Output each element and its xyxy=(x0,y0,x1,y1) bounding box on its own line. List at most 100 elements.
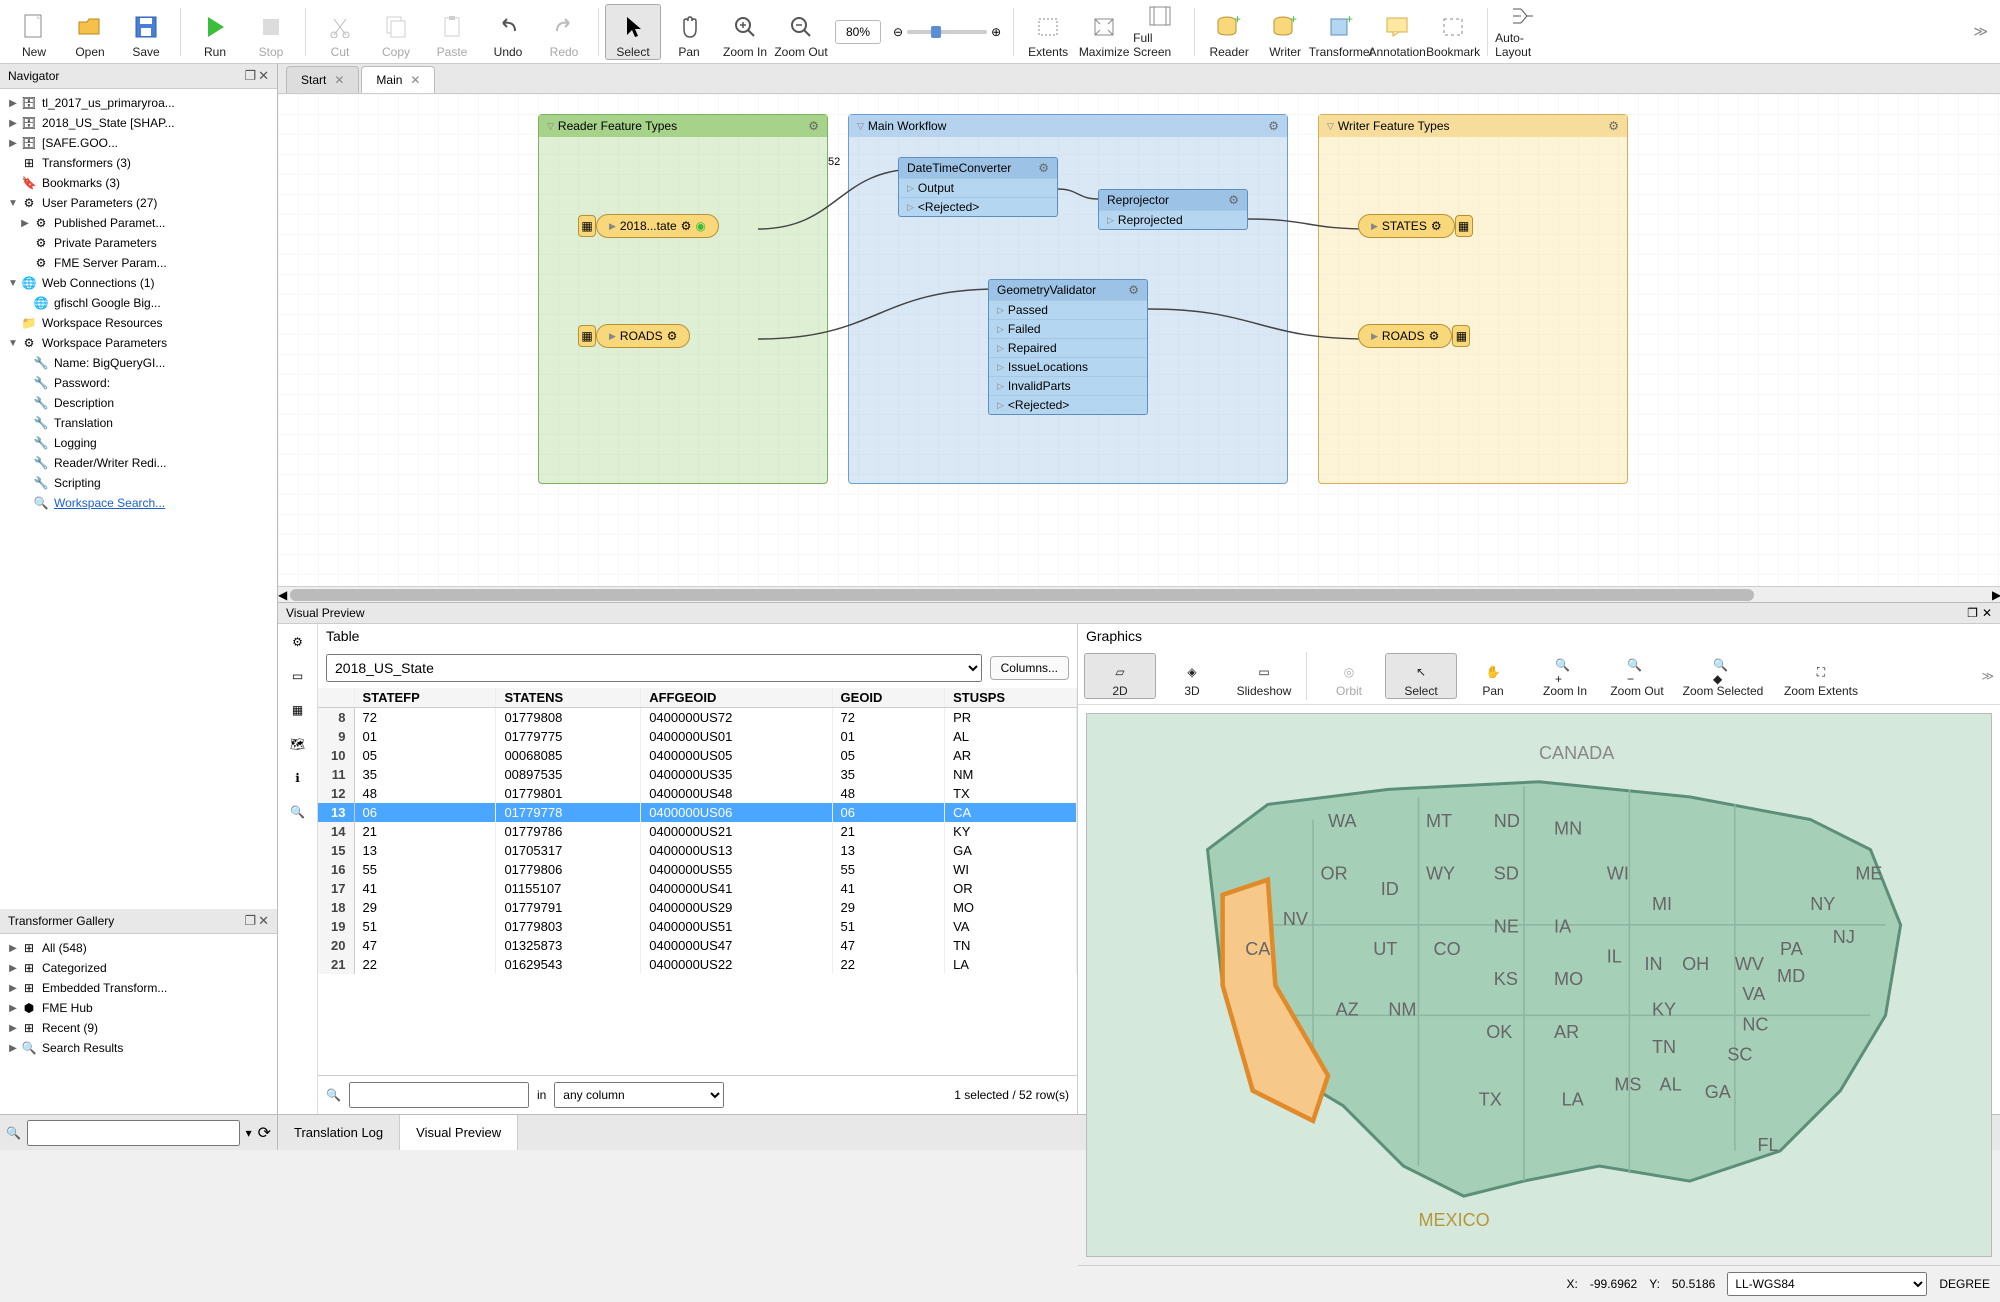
close-icon[interactable]: ✕ xyxy=(334,73,344,87)
gear-icon[interactable]: ⚙ xyxy=(1431,219,1442,233)
gallery-item[interactable]: ▶⬢FME Hub xyxy=(2,998,275,1018)
nav-item[interactable]: ▶🗄tl_2017_us_primaryroa... xyxy=(2,93,275,113)
bookmark-button[interactable]: Bookmark xyxy=(1425,4,1481,60)
nav-item[interactable]: 📁Workspace Resources xyxy=(2,313,275,333)
navigator-tree[interactable]: ▶🗄tl_2017_us_primaryroa...▶🗄2018_US_Stat… xyxy=(0,89,277,909)
table-row[interactable]: 1741011551070400000US4141OR xyxy=(318,879,1077,898)
reader-feature-type-2[interactable]: ▦ ▶ROADS ⚙ xyxy=(578,324,690,348)
workspace-tab[interactable]: Main✕ xyxy=(361,66,435,93)
writer-feature-type-2[interactable]: ▶ROADS ⚙ ▦ xyxy=(1358,324,1470,348)
reader-button[interactable]: +Reader xyxy=(1201,4,1257,60)
zoom-minus-icon[interactable]: ⊖ xyxy=(893,25,903,39)
transformer-geometryvalidator[interactable]: GeometryValidator⚙ ▷Passed ▷Failed ▷Repa… xyxy=(988,279,1148,415)
nav-item[interactable]: ⊞Transformers (3) xyxy=(2,153,275,173)
gallery-item[interactable]: ▶⊞Categorized xyxy=(2,958,275,978)
transformer-datetimeconverter[interactable]: DateTimeConverter⚙ ▷Output ▷<Rejected> xyxy=(898,157,1058,217)
new-button[interactable]: New xyxy=(6,4,62,60)
bookmark-writer[interactable]: ▽Writer Feature Types⚙ xyxy=(1318,114,1628,484)
stop-button[interactable]: Stop xyxy=(243,4,299,60)
undock-icon[interactable]: ❐ xyxy=(244,913,256,929)
fullscreen-button[interactable]: Full Screen xyxy=(1132,4,1188,60)
quick-search-input[interactable] xyxy=(27,1120,240,1146)
close-icon[interactable]: ✕ xyxy=(1982,606,1992,620)
gear-icon[interactable]: ⚙ xyxy=(1429,329,1440,343)
select-tool-button[interactable]: Select xyxy=(605,4,661,60)
table-row[interactable]: 1829017797910400000US2929MO xyxy=(318,898,1077,917)
nav-item[interactable]: 🔧Name: BigQueryGI... xyxy=(2,353,275,373)
nav-item[interactable]: ⚙FME Server Param... xyxy=(2,253,275,273)
nav-item[interactable]: 🔧Translation xyxy=(2,413,275,433)
cut-button[interactable]: Cut xyxy=(312,4,368,60)
gallery-item[interactable]: ▶⊞All (548) xyxy=(2,938,275,958)
table-search-input[interactable] xyxy=(349,1082,529,1108)
workspace-tab[interactable]: Start✕ xyxy=(286,66,359,93)
options-icon[interactable]: ⚙ xyxy=(286,630,310,654)
nav-item[interactable]: ▶🗄 [SAFE.GOO... xyxy=(2,133,275,153)
annotation-button[interactable]: Annotation xyxy=(1369,4,1425,60)
zoom-extents-button[interactable]: ⛶Zoom Extents xyxy=(1773,653,1869,699)
copy-button[interactable]: Copy xyxy=(368,4,424,60)
table-row[interactable]: 1951017798030400000US5151VA xyxy=(318,917,1077,936)
overflow-icon[interactable]: ≫ xyxy=(1973,23,1994,40)
table-row[interactable]: 1248017798010400000US4848TX xyxy=(318,784,1077,803)
paste-button[interactable]: Paste xyxy=(424,4,480,60)
gallery-item[interactable]: ▶⊞Embedded Transform... xyxy=(2,978,275,998)
refresh-icon[interactable]: ⟳ xyxy=(258,1123,271,1143)
zoom-selected-button[interactable]: 🔍◆Zoom Selected xyxy=(1673,653,1773,699)
bookmark-reader[interactable]: ▽Reader Feature Types⚙ xyxy=(538,114,828,484)
gallery-tree[interactable]: ▶⊞All (548)▶⊞Categorized▶⊞Embedded Trans… xyxy=(0,934,277,1114)
table-row[interactable]: 1135008975350400000US3535NM xyxy=(318,765,1077,784)
table-row[interactable]: 872017798080400000US7272PR xyxy=(318,708,1077,728)
gear-icon[interactable]: ⚙ xyxy=(667,329,678,343)
nav-item[interactable]: 🔖Bookmarks (3) xyxy=(2,173,275,193)
bottom-tab[interactable]: Visual Preview xyxy=(400,1115,518,1150)
save-button[interactable]: Save xyxy=(118,4,174,60)
maximize-button[interactable]: Maximize xyxy=(1076,4,1132,60)
table-row[interactable]: 1421017797860400000US2121KY xyxy=(318,822,1077,841)
transformer-button[interactable]: +Transformer xyxy=(1313,4,1369,60)
nav-item[interactable]: 🔧Logging xyxy=(2,433,275,453)
gear-icon[interactable]: ⚙ xyxy=(1128,283,1139,297)
table-row[interactable]: 1306017797780400000US0606CA xyxy=(318,803,1077,822)
gear-icon[interactable]: ⚙ xyxy=(1038,161,1049,175)
nav-item[interactable]: ▼⚙Workspace Parameters xyxy=(2,333,275,353)
overflow-icon[interactable]: ≫ xyxy=(1981,669,1994,683)
undo-button[interactable]: Undo xyxy=(480,4,536,60)
view-2d-button[interactable]: ▱2D xyxy=(1084,653,1156,699)
close-icon[interactable]: ✕ xyxy=(410,73,420,87)
undock-icon[interactable]: ❐ xyxy=(244,68,256,84)
table-row[interactable]: 1513017053170400000US1313GA xyxy=(318,841,1077,860)
workspace-canvas[interactable]: ▽Reader Feature Types⚙ ▽Main Workflow⚙ ▽… xyxy=(278,94,2000,602)
data-table[interactable]: STATEFPSTATENSAFFGEOIDGEOIDSTUSPS8720177… xyxy=(318,688,1077,1075)
zoomout-button[interactable]: Zoom Out xyxy=(773,4,829,60)
reader-feature-type-1[interactable]: ▦ ▶2018...tate ⚙◉ xyxy=(578,214,719,238)
writer-button[interactable]: +Writer xyxy=(1257,4,1313,60)
table-row[interactable]: 2047013258730400000US4747TN xyxy=(318,936,1077,955)
nav-item[interactable]: 🔧Scripting xyxy=(2,473,275,493)
bottom-tab[interactable]: Translation Log xyxy=(278,1115,400,1150)
zoom-value-input[interactable]: 80% xyxy=(835,20,881,44)
g-select-button[interactable]: ↖Select xyxy=(1385,653,1457,699)
nav-item[interactable]: 🔧Description xyxy=(2,393,275,413)
nav-item[interactable]: 🔧Password: xyxy=(2,373,275,393)
nav-item[interactable]: ▼🌐Web Connections (1) xyxy=(2,273,275,293)
gear-icon[interactable]: ⚙ xyxy=(1608,119,1619,133)
table-row[interactable]: 2122016295430400000US2222LA xyxy=(318,955,1077,974)
table-row[interactable]: 1655017798060400000US5555WI xyxy=(318,860,1077,879)
autolayout-button[interactable]: Auto-Layout xyxy=(1494,4,1550,60)
zoom-slider[interactable]: ⊖ ⊕ xyxy=(893,25,1001,39)
zoom-plus-icon[interactable]: ⊕ xyxy=(991,25,1001,39)
info-icon[interactable]: ℹ xyxy=(286,766,310,790)
nav-item[interactable]: ⚙Private Parameters xyxy=(2,233,275,253)
nav-item[interactable]: 🌐gfischl Google Big... xyxy=(2,293,275,313)
gallery-item[interactable]: ▶🔍Search Results xyxy=(2,1038,275,1058)
redo-button[interactable]: Redo xyxy=(536,4,592,60)
dataset-select[interactable]: 2018_US_State xyxy=(326,654,982,682)
g-zoomout-button[interactable]: 🔍−Zoom Out xyxy=(1601,653,1673,699)
gear-icon[interactable]: ⚙ xyxy=(1268,119,1279,133)
single-view-icon[interactable]: ▭ xyxy=(286,664,310,688)
gear-icon[interactable]: ⚙ xyxy=(1228,193,1239,207)
map-view[interactable]: CANADA MEXICO CA NV OR WA ID AZ NM UT CO… xyxy=(1086,713,1992,1257)
nav-item[interactable]: ▶⚙Published Paramet... xyxy=(2,213,275,233)
table-row[interactable]: 1005000680850400000US0505AR xyxy=(318,746,1077,765)
